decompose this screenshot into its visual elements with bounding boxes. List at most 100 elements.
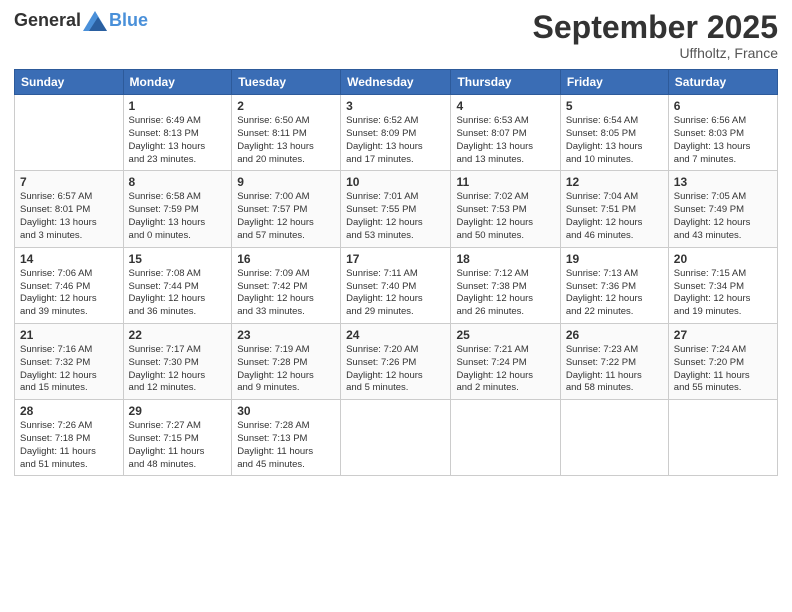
calendar-cell: 17 Sunrise: 7:11 AM Sunset: 7:40 PM Dayli…: [341, 247, 451, 323]
day-number: 13: [674, 175, 772, 189]
day-info: Sunrise: 6:52 AM Sunset: 8:09 PM Dayligh…: [346, 115, 445, 166]
calendar-cell: 30 Sunrise: 7:28 AM Sunset: 7:13 PM Dayli…: [232, 400, 341, 476]
day-number: 14: [20, 252, 118, 266]
weekday-header-row: SundayMondayTuesdayWednesdayThursdayFrid…: [15, 70, 778, 95]
calendar-cell: 26Sunrise: 7:23 AM Sunset: 7:22 PM Dayli…: [560, 323, 668, 399]
calendar-cell: 11 Sunrise: 7:02 AM Sunset: 7:53 PM Dayli…: [451, 171, 560, 247]
calendar-cell: [451, 400, 560, 476]
day-number: 18: [456, 252, 554, 266]
day-info: Sunrise: 7:04 AM Sunset: 7:51 PM Dayligh…: [566, 191, 663, 242]
day-number: 25: [456, 328, 554, 342]
day-info: Sunrise: 7:27 AM Sunset: 7:15 PM Dayligh…: [129, 420, 227, 471]
day-info: Sunrise: 7:24 AM Sunset: 7:20 PM Dayligh…: [674, 344, 772, 395]
day-number: 24: [346, 328, 445, 342]
calendar-week-row: 14 Sunrise: 7:06 AM Sunset: 7:46 PM Dayli…: [15, 247, 778, 323]
calendar-cell: 4 Sunrise: 6:53 AM Sunset: 8:07 PM Daylig…: [451, 95, 560, 171]
calendar-cell: 8 Sunrise: 6:58 AM Sunset: 7:59 PM Daylig…: [123, 171, 232, 247]
day-number: 7: [20, 175, 118, 189]
calendar-cell: 6 Sunrise: 6:56 AM Sunset: 8:03 PM Daylig…: [668, 95, 777, 171]
logo-icon: [83, 11, 107, 31]
calendar-cell: 20Sunrise: 7:15 AM Sunset: 7:34 PM Dayli…: [668, 247, 777, 323]
day-number: 21: [20, 328, 118, 342]
day-info: Sunrise: 7:09 AM Sunset: 7:42 PM Dayligh…: [237, 268, 335, 319]
day-number: 19: [566, 252, 663, 266]
weekday-header: Wednesday: [341, 70, 451, 95]
day-number: 4: [456, 99, 554, 113]
calendar-cell: 28Sunrise: 7:26 AM Sunset: 7:18 PM Dayli…: [15, 400, 124, 476]
day-info: Sunrise: 7:21 AM Sunset: 7:24 PM Dayligh…: [456, 344, 554, 395]
day-number: 29: [129, 404, 227, 418]
day-info: Sunrise: 7:02 AM Sunset: 7:53 PM Dayligh…: [456, 191, 554, 242]
calendar-week-row: 28Sunrise: 7:26 AM Sunset: 7:18 PM Dayli…: [15, 400, 778, 476]
calendar-week-row: 21 Sunrise: 7:16 AM Sunset: 7:32 PM Dayli…: [15, 323, 778, 399]
calendar-cell: [341, 400, 451, 476]
day-number: 17: [346, 252, 445, 266]
day-number: 5: [566, 99, 663, 113]
calendar-cell: 3 Sunrise: 6:52 AM Sunset: 8:09 PM Daylig…: [341, 95, 451, 171]
calendar-cell: 10Sunrise: 7:01 AM Sunset: 7:55 PM Dayli…: [341, 171, 451, 247]
calendar-cell: 13Sunrise: 7:05 AM Sunset: 7:49 PM Dayli…: [668, 171, 777, 247]
day-info: Sunrise: 6:53 AM Sunset: 8:07 PM Dayligh…: [456, 115, 554, 166]
day-info: Sunrise: 7:12 AM Sunset: 7:38 PM Dayligh…: [456, 268, 554, 319]
day-info: Sunrise: 7:11 AM Sunset: 7:40 PM Dayligh…: [346, 268, 445, 319]
day-number: 12: [566, 175, 663, 189]
calendar-cell: [560, 400, 668, 476]
logo: General Blue: [14, 10, 148, 31]
day-info: Sunrise: 6:49 AM Sunset: 8:13 PM Dayligh…: [129, 115, 227, 166]
weekday-header: Monday: [123, 70, 232, 95]
calendar-cell: 16 Sunrise: 7:09 AM Sunset: 7:42 PM Dayli…: [232, 247, 341, 323]
calendar-cell: 23 Sunrise: 7:19 AM Sunset: 7:28 PM Dayli…: [232, 323, 341, 399]
day-info: Sunrise: 6:58 AM Sunset: 7:59 PM Dayligh…: [129, 191, 227, 242]
day-number: 27: [674, 328, 772, 342]
day-info: Sunrise: 7:16 AM Sunset: 7:32 PM Dayligh…: [20, 344, 118, 395]
day-number: 8: [129, 175, 227, 189]
day-info: Sunrise: 7:19 AM Sunset: 7:28 PM Dayligh…: [237, 344, 335, 395]
calendar-cell: 12 Sunrise: 7:04 AM Sunset: 7:51 PM Dayli…: [560, 171, 668, 247]
day-number: 3: [346, 99, 445, 113]
day-number: 9: [237, 175, 335, 189]
day-number: 2: [237, 99, 335, 113]
calendar-cell: 29 Sunrise: 7:27 AM Sunset: 7:15 PM Dayli…: [123, 400, 232, 476]
day-number: 15: [129, 252, 227, 266]
calendar-cell: 19Sunrise: 7:13 AM Sunset: 7:36 PM Dayli…: [560, 247, 668, 323]
day-info: Sunrise: 7:20 AM Sunset: 7:26 PM Dayligh…: [346, 344, 445, 395]
calendar-cell: [15, 95, 124, 171]
weekday-header: Sunday: [15, 70, 124, 95]
weekday-header: Saturday: [668, 70, 777, 95]
calendar-cell: 18 Sunrise: 7:12 AM Sunset: 7:38 PM Dayli…: [451, 247, 560, 323]
day-info: Sunrise: 7:28 AM Sunset: 7:13 PM Dayligh…: [237, 420, 335, 471]
calendar-cell: 9Sunrise: 7:00 AM Sunset: 7:57 PM Daylig…: [232, 171, 341, 247]
day-number: 6: [674, 99, 772, 113]
calendar-cell: 27 Sunrise: 7:24 AM Sunset: 7:20 PM Dayli…: [668, 323, 777, 399]
day-number: 11: [456, 175, 554, 189]
day-info: Sunrise: 6:57 AM Sunset: 8:01 PM Dayligh…: [20, 191, 118, 242]
weekday-header: Tuesday: [232, 70, 341, 95]
calendar-cell: 2Sunrise: 6:50 AM Sunset: 8:11 PM Daylig…: [232, 95, 341, 171]
day-number: 26: [566, 328, 663, 342]
title-block: September 2025 Uffholtz, France: [533, 10, 778, 61]
logo-blue: Blue: [109, 10, 148, 31]
day-number: 16: [237, 252, 335, 266]
day-info: Sunrise: 6:54 AM Sunset: 8:05 PM Dayligh…: [566, 115, 663, 166]
day-info: Sunrise: 7:08 AM Sunset: 7:44 PM Dayligh…: [129, 268, 227, 319]
weekday-header: Friday: [560, 70, 668, 95]
day-number: 22: [129, 328, 227, 342]
calendar-cell: 24 Sunrise: 7:20 AM Sunset: 7:26 PM Dayli…: [341, 323, 451, 399]
calendar-cell: 21 Sunrise: 7:16 AM Sunset: 7:32 PM Dayli…: [15, 323, 124, 399]
calendar-table: SundayMondayTuesdayWednesdayThursdayFrid…: [14, 69, 778, 476]
day-info: Sunrise: 7:06 AM Sunset: 7:46 PM Dayligh…: [20, 268, 118, 319]
calendar-week-row: 1Sunrise: 6:49 AM Sunset: 8:13 PM Daylig…: [15, 95, 778, 171]
calendar-week-row: 7 Sunrise: 6:57 AM Sunset: 8:01 PM Daylig…: [15, 171, 778, 247]
month-title: September 2025: [533, 10, 778, 45]
calendar-cell: [668, 400, 777, 476]
day-info: Sunrise: 7:15 AM Sunset: 7:34 PM Dayligh…: [674, 268, 772, 319]
calendar-cell: 1Sunrise: 6:49 AM Sunset: 8:13 PM Daylig…: [123, 95, 232, 171]
calendar-cell: 7 Sunrise: 6:57 AM Sunset: 8:01 PM Daylig…: [15, 171, 124, 247]
location: Uffholtz, France: [533, 45, 778, 61]
weekday-header: Thursday: [451, 70, 560, 95]
day-number: 28: [20, 404, 118, 418]
day-number: 30: [237, 404, 335, 418]
day-info: Sunrise: 6:56 AM Sunset: 8:03 PM Dayligh…: [674, 115, 772, 166]
calendar-cell: 14 Sunrise: 7:06 AM Sunset: 7:46 PM Dayli…: [15, 247, 124, 323]
day-number: 23: [237, 328, 335, 342]
